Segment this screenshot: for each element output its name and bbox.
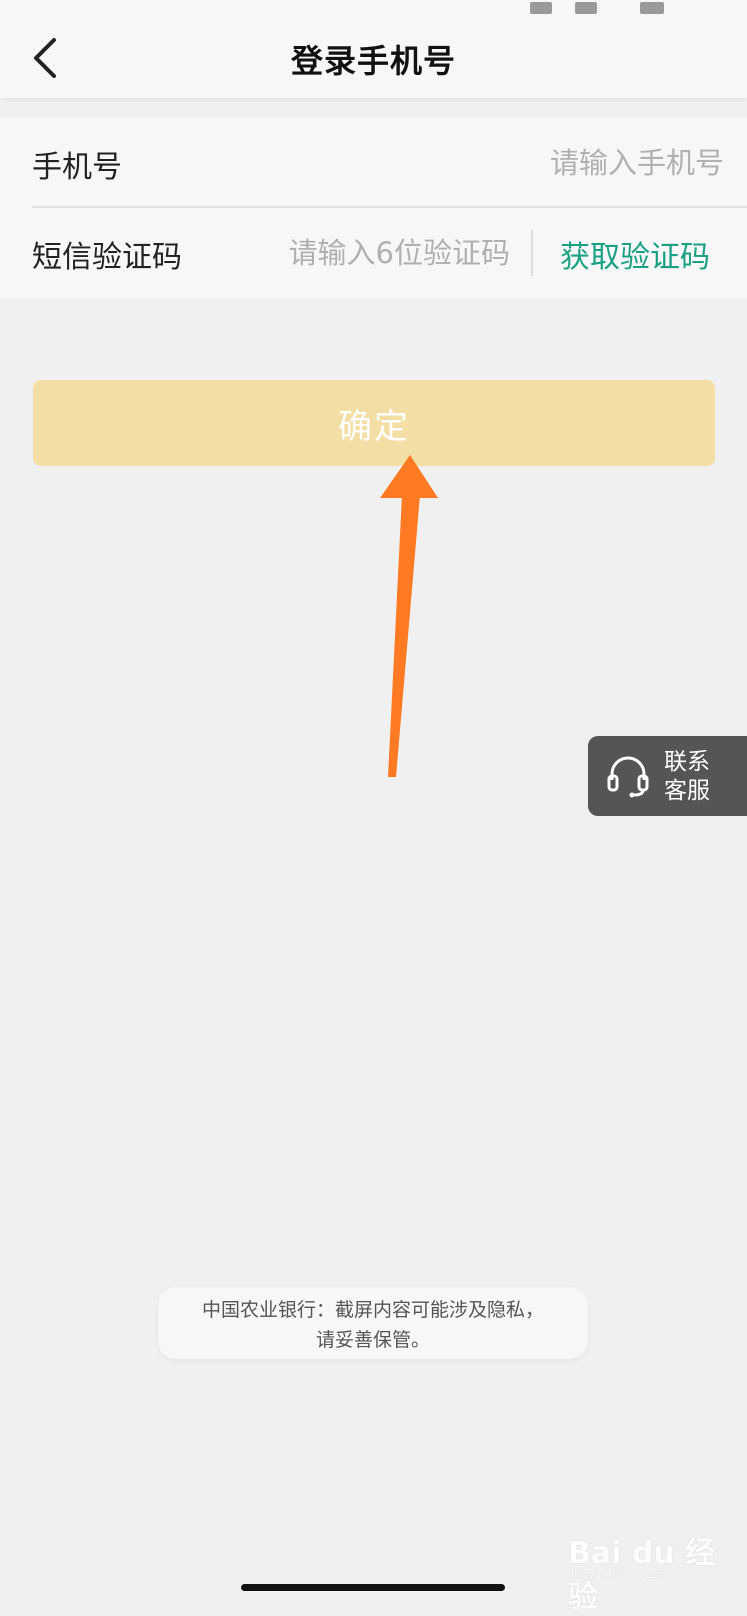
toast-line1: 中国农业银行：截屏内容可能涉及隐私，: [201, 1299, 544, 1321]
contact-service-label: 联系 客服: [664, 748, 726, 806]
screenshot-warning-toast: 中国农业银行：截屏内容可能涉及隐私， 请妥善保管。: [158, 1287, 588, 1359]
toast-line2: 请妥善保管。: [315, 1329, 430, 1351]
contact-service-button[interactable]: 联系 客服: [588, 736, 747, 816]
battery-icon: [640, 2, 664, 14]
phone-label: 手机号: [32, 150, 122, 185]
vertical-divider: [531, 230, 533, 276]
confirm-button[interactable]: 确定: [33, 380, 715, 466]
signal-icon: [530, 2, 552, 14]
phone-input[interactable]: [360, 138, 726, 188]
annotation-arrow-icon: [380, 455, 438, 777]
home-indicator: [241, 1584, 505, 1591]
page-title: 登录手机号: [290, 42, 456, 80]
status-bar: [0, 0, 747, 18]
code-label: 短信验证码: [32, 240, 182, 275]
login-form: 手机号 短信验证码 获取验证码: [0, 118, 747, 298]
get-code-button[interactable]: 获取验证码: [560, 232, 710, 276]
code-row: 短信验证码 获取验证码: [0, 208, 747, 298]
code-input[interactable]: [260, 228, 512, 278]
phone-row: 手机号: [0, 118, 747, 208]
service-label-line2: 客服: [664, 778, 710, 804]
service-label-line1: 联系: [664, 749, 710, 775]
nav-bar: 登录手机号: [0, 18, 747, 98]
headset-icon: [606, 754, 650, 798]
signal-icon: [575, 2, 597, 14]
baidu-watermark-logo: Bai du 经验 jingyan.baidu.com: [568, 1536, 716, 1615]
